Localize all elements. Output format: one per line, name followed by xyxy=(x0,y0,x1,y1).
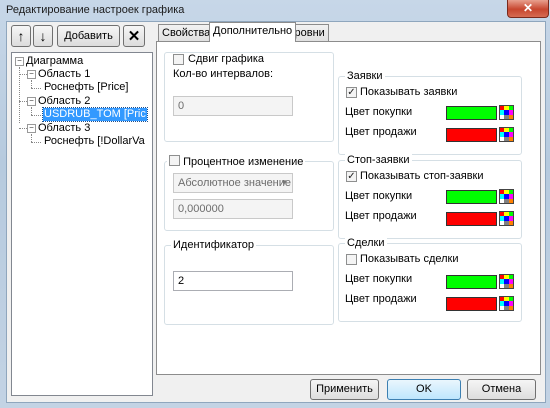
stop-orders-buy-label: Цвет покупки xyxy=(345,190,413,202)
trades-buy-picker-icon[interactable] xyxy=(499,274,514,289)
collapse-root-icon[interactable]: − xyxy=(15,57,24,66)
orders-buy-label: Цвет покупки xyxy=(345,106,413,118)
tree-item-area2[interactable]: Область 2 xyxy=(38,95,90,108)
chart-tree[interactable]: − Диаграмма − Область 1 Роснефть [Price]… xyxy=(11,52,153,396)
orders-title: Заявки xyxy=(345,70,385,82)
stop-orders-sell-swatch xyxy=(446,212,497,226)
tree-item-area1[interactable]: Область 1 xyxy=(38,68,90,81)
percent-group: Процентное изменение Абсолютное значение… xyxy=(164,155,334,231)
arrow-up-icon: ↑ xyxy=(17,28,25,44)
percent-title: Процентное изменение xyxy=(167,155,306,168)
trades-title: Сделки xyxy=(345,237,387,249)
percent-label: Процентное изменение xyxy=(183,156,304,168)
tree-item-root[interactable]: Диаграмма xyxy=(26,55,83,68)
trades-group: Сделки Показывать сделки Цвет покупки Цв… xyxy=(338,237,522,322)
ok-button[interactable]: OK xyxy=(387,379,461,400)
collapse-area1-icon[interactable]: − xyxy=(27,70,36,79)
identifier-label: Идентификатор xyxy=(171,239,256,251)
stop-orders-group: Стоп-заявки ✓ Показывать стоп-заявки Цве… xyxy=(338,154,522,239)
chevron-down-icon: ▼ xyxy=(280,178,288,187)
window-close-button[interactable]: ✕ xyxy=(507,0,549,18)
window-title: Редактирование настроек графика xyxy=(6,4,185,16)
move-up-button[interactable]: ↑ xyxy=(11,25,31,47)
intervals-label: Кол-во интервалов: xyxy=(173,68,274,80)
apply-button[interactable]: Применить xyxy=(310,379,379,400)
identifier-group: Идентификатор 2 xyxy=(164,239,334,325)
show-orders-label: Показывать заявки xyxy=(360,86,458,98)
identifier-input[interactable]: 2 xyxy=(173,271,293,291)
trades-sell-label: Цвет продажи xyxy=(345,293,417,305)
percent-value-input[interactable]: 0,000000 xyxy=(173,199,293,219)
collapse-area2-icon[interactable]: − xyxy=(27,97,36,106)
show-trades-checkbox[interactable] xyxy=(346,254,357,265)
title-bar: Редактирование настроек графика ✕ xyxy=(0,0,550,20)
percent-mode-select[interactable]: Абсолютное значение ▼ xyxy=(173,173,293,193)
orders-buy-swatch xyxy=(446,106,497,120)
orders-sell-label: Цвет продажи xyxy=(345,126,417,138)
stop-orders-sell-picker-icon[interactable] xyxy=(499,211,514,226)
delete-icon: ✕ xyxy=(127,28,141,45)
shift-group: Сдвиг графика Кол-во интервалов: 0 xyxy=(164,52,334,142)
add-button[interactable]: Добавить xyxy=(57,25,120,47)
percent-checkbox[interactable] xyxy=(169,155,180,166)
tree-item-area1-series[interactable]: Роснефть [Price] xyxy=(44,81,128,94)
stop-orders-sell-label: Цвет продажи xyxy=(345,210,417,222)
add-button-label: Добавить xyxy=(64,30,113,42)
show-orders-checkbox[interactable]: ✓ xyxy=(346,87,357,98)
orders-sell-picker-icon[interactable] xyxy=(499,127,514,142)
show-stop-orders-label: Показывать стоп-заявки xyxy=(360,170,484,182)
cancel-button[interactable]: Отмена xyxy=(467,379,536,400)
stop-orders-buy-picker-icon[interactable] xyxy=(499,189,514,204)
stop-orders-title: Стоп-заявки xyxy=(345,154,412,166)
show-trades-label: Показывать сделки xyxy=(360,253,459,265)
tree-item-area2-series-selected[interactable]: USDRUB_TOM [Pric xyxy=(42,107,148,122)
arrow-down-icon: ↓ xyxy=(39,28,47,44)
intervals-input[interactable]: 0 xyxy=(173,96,293,116)
trades-sell-swatch xyxy=(446,297,497,311)
trades-buy-label: Цвет покупки xyxy=(345,273,413,285)
orders-buy-picker-icon[interactable] xyxy=(499,105,514,120)
tab-panel-extra: Сдвиг графика Кол-во интервалов: 0 Проце… xyxy=(156,41,541,375)
tree-item-area3[interactable]: Область 3 xyxy=(38,122,90,135)
dialog-client: ↑ ↓ Добавить ✕ − Диаграмма − Область 1 Р… xyxy=(6,21,546,403)
collapse-area3-icon[interactable]: − xyxy=(27,124,36,133)
show-stop-orders-checkbox[interactable]: ✓ xyxy=(346,171,357,182)
orders-sell-swatch xyxy=(446,128,497,142)
move-down-button[interactable]: ↓ xyxy=(33,25,53,47)
delete-button[interactable]: ✕ xyxy=(123,25,145,47)
shift-checkbox[interactable] xyxy=(173,54,184,65)
settings-dialog: Редактирование настроек графика ✕ ↑ ↓ До… xyxy=(0,0,550,408)
percent-mode-value: Абсолютное значение xyxy=(178,177,292,189)
stop-orders-buy-swatch xyxy=(446,190,497,204)
shift-label: Сдвиг графика xyxy=(188,53,265,65)
tab-extra[interactable]: Дополнительно xyxy=(209,22,297,42)
orders-group: Заявки ✓ Показывать заявки Цвет покупки … xyxy=(338,70,522,155)
trades-sell-picker-icon[interactable] xyxy=(499,296,514,311)
tree-item-area3-series[interactable]: Роснефть [!DollarVa xyxy=(44,135,145,148)
trades-buy-swatch xyxy=(446,275,497,289)
tab-properties[interactable]: Свойства xyxy=(158,24,215,41)
